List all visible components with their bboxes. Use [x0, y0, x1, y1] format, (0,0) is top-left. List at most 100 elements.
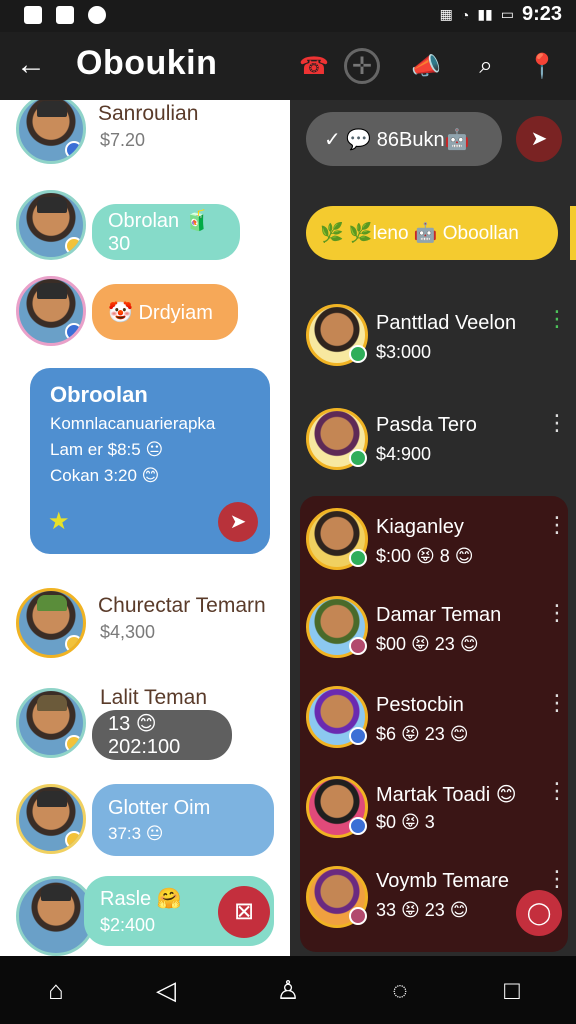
pin-icon[interactable]: 📍: [524, 48, 560, 84]
chat-name: Lalit Teman: [100, 686, 208, 709]
contact-name: Kiaganley: [376, 516, 464, 538]
status-badge-icon: [349, 637, 367, 655]
sim-icon: ▦: [439, 6, 453, 22]
avatar[interactable]: [16, 784, 86, 854]
status-pill[interactable]: ✓ 💬 86Bukn🤖: [306, 112, 502, 166]
message-card-line: Komnlacanuarierapka: [50, 414, 216, 433]
app-bar: ← Oboukin ☎ ✛ 📣 ⌕ 📍: [0, 32, 576, 100]
online-badge-icon: [349, 549, 367, 567]
chat-bubble[interactable]: 13 😊 202:100: [92, 710, 232, 760]
message-card-line: Lam er $8:5 😐: [50, 440, 164, 459]
chat-bubble[interactable]: 🤡 Drdyiam: [92, 284, 238, 340]
status-badge-icon: [65, 735, 83, 753]
chat-price: $7.20: [100, 130, 146, 150]
status-bar: ▦ ◔ ▮▮ ▭ 9:23: [0, 0, 576, 32]
tag-edge: [570, 206, 576, 260]
status-icons-left: [24, 6, 106, 24]
star-icon: ★: [48, 508, 70, 535]
send-icon[interactable]: ➤: [516, 116, 562, 162]
contact-price: $3:000: [376, 342, 432, 362]
avatar[interactable]: [306, 508, 368, 570]
status-badge-icon: [65, 635, 83, 653]
more-icon[interactable]: ⋮: [546, 602, 568, 624]
message-card-title: Obroolan: [50, 382, 148, 407]
chat-name: Rasle 🤗: [100, 888, 182, 910]
page-title: Oboukin: [76, 44, 218, 82]
more-icon[interactable]: ⋮: [546, 692, 568, 714]
megaphone-icon[interactable]: 📣: [408, 48, 444, 84]
notifications-icon[interactable]: ◌: [382, 972, 418, 1008]
contact-price: 33 😝 23 😊: [376, 900, 469, 920]
contact-name: Panttlad Veelon: [376, 312, 517, 334]
profile-icon[interactable]: ♙: [270, 972, 306, 1008]
verified-badge-icon: [349, 727, 367, 745]
contact-price: $6 😝 23 😊: [376, 724, 469, 744]
status-badge-icon: [65, 237, 83, 255]
more-icon[interactable]: ⋮: [546, 308, 568, 330]
contact-name: Martak Toadi 😊: [376, 784, 517, 806]
message-card-line: Cokan 3:20 😊: [50, 466, 160, 485]
hat-icon: [37, 283, 67, 299]
avatar[interactable]: [16, 688, 86, 758]
avatar[interactable]: [306, 866, 368, 928]
hat-icon: [37, 595, 67, 611]
more-icon[interactable]: ⋮: [546, 868, 568, 890]
home-icon[interactable]: ⌂: [38, 972, 74, 1008]
hat-icon: [37, 695, 67, 711]
online-badge-icon: [349, 345, 367, 363]
avatar[interactable]: [16, 588, 86, 658]
chat-bubble[interactable]: Obrolan 🧃 30: [92, 204, 240, 260]
verified-badge-icon: [349, 817, 367, 835]
back-arrow-icon[interactable]: ←: [16, 50, 48, 82]
compose-icon[interactable]: ⊠: [218, 886, 270, 938]
hat-icon: [41, 885, 71, 901]
bubble-title: Glotter Oim: [108, 796, 211, 819]
hat-icon: [37, 197, 67, 213]
recents-icon[interactable]: □: [494, 972, 530, 1008]
verified-badge-icon: [65, 323, 83, 341]
avatar[interactable]: [306, 408, 368, 470]
call-icon[interactable]: ☎: [296, 48, 332, 84]
more-icon[interactable]: ⋮: [546, 780, 568, 802]
signal-icon: ▮▮: [477, 6, 493, 22]
verified-badge-icon: [65, 141, 83, 159]
avatar[interactable]: [16, 100, 86, 164]
bubble-subtitle: 37:3 😐: [108, 823, 164, 843]
chat-name: Sanroulian: [98, 102, 199, 125]
wifi-icon: ◔: [460, 6, 470, 23]
avatar[interactable]: [306, 304, 368, 366]
avatar[interactable]: [306, 776, 368, 838]
contact-price: $0 😝 3: [376, 812, 435, 832]
search-icon[interactable]: ⌕: [468, 48, 504, 84]
notification-icon: [24, 6, 42, 24]
back-icon[interactable]: ◁: [148, 972, 184, 1008]
contact-price: $4:900: [376, 444, 432, 464]
target-icon[interactable]: ✛: [344, 48, 380, 84]
profile-fab-icon[interactable]: ◯: [516, 890, 562, 936]
more-icon[interactable]: ⋮: [546, 514, 568, 536]
avatar[interactable]: [16, 190, 86, 260]
avatar[interactable]: [306, 686, 368, 748]
contact-price: $00 😝 23 😊: [376, 634, 479, 654]
gallery-icon: [56, 6, 74, 24]
online-badge-icon: [349, 449, 367, 467]
sync-icon: [88, 6, 106, 24]
message-card[interactable]: Obroolan Komnlacanuarierapka Lam er $8:5…: [30, 368, 270, 554]
contact-price: $:00 😝 8 😊: [376, 546, 474, 566]
chat-price: $4,300: [100, 622, 156, 642]
send-icon[interactable]: ➤: [218, 502, 258, 542]
contact-name: Pasda Tero: [376, 414, 477, 436]
more-icon[interactable]: ⋮: [546, 412, 568, 434]
contact-name: Damar Teman: [376, 604, 502, 626]
contact-name: Pestocbin: [376, 694, 464, 716]
bottom-navigation: ⌂ ◁ ♙ ◌ □: [0, 956, 576, 1024]
chat-bubble[interactable]: Glotter Oim 37:3 😐: [92, 784, 274, 856]
filter-tag[interactable]: 🌿 🌿leno 🤖 Oboollan: [306, 206, 558, 260]
contact-name: Voymb Temare: [376, 870, 510, 892]
chat-price: $2:400: [100, 915, 156, 935]
avatar[interactable]: [306, 596, 368, 658]
avatar[interactable]: [16, 276, 86, 346]
clock: 9:23: [521, 3, 562, 25]
status-icons-right: ▦ ◔ ▮▮ ▭ 9:23: [440, 3, 562, 26]
chat-list-left: Sanroulian $7.20 Obrolan 🧃 30 🤡 Drdyiam …: [0, 100, 290, 956]
